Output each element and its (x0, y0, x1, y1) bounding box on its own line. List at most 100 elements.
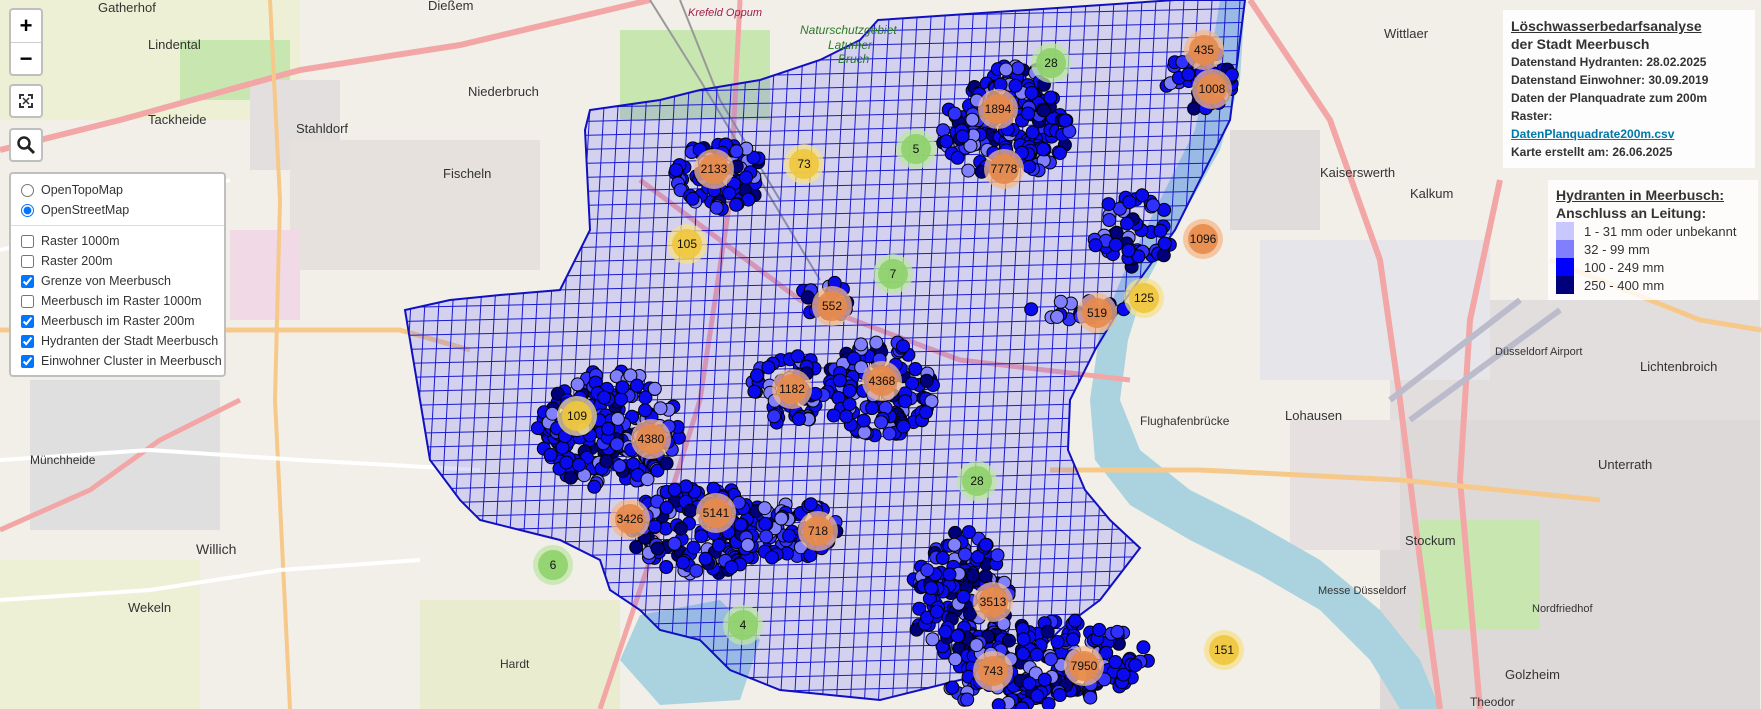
hydrant-marker[interactable] (709, 200, 724, 215)
zoom-in-button[interactable]: + (11, 10, 41, 43)
hydrant-marker[interactable] (869, 335, 884, 350)
checkbox-meerbusch-1000m[interactable] (21, 294, 34, 308)
hydrant-marker[interactable] (990, 548, 1005, 563)
cluster-marker[interactable]: 4368 (862, 361, 902, 401)
hydrant-marker[interactable] (750, 368, 764, 383)
cluster-marker[interactable]: 2133 (694, 149, 734, 189)
hydrant-marker[interactable] (955, 129, 970, 144)
hydrant-marker[interactable] (647, 381, 662, 396)
hydrant-marker[interactable] (842, 397, 857, 412)
overlay-einwohner-cluster[interactable]: Einwohner Cluster in Meerbusch (21, 351, 222, 371)
overlay-hydranten[interactable]: Hydranten der Stadt Meerbusch (21, 331, 218, 351)
hydrant-marker[interactable] (659, 560, 674, 574)
hydrant-marker[interactable] (761, 360, 776, 375)
hydrant-marker[interactable] (1052, 146, 1067, 161)
cluster-marker[interactable]: 5 (896, 129, 936, 169)
hydrant-marker[interactable] (1101, 197, 1116, 212)
hydrant-marker[interactable] (993, 77, 1008, 92)
hydrant-marker[interactable] (559, 455, 574, 470)
checkbox-raster-1000m[interactable] (21, 234, 34, 248)
hydrant-marker[interactable] (896, 339, 910, 354)
hydrant-marker[interactable] (950, 150, 965, 165)
hydrant-marker[interactable] (948, 652, 963, 667)
hydrant-marker[interactable] (919, 373, 934, 388)
hydrant-marker[interactable] (832, 373, 847, 388)
hydrant-marker[interactable] (950, 629, 965, 643)
hydrant-marker[interactable] (1021, 106, 1036, 121)
cluster-marker[interactable]: 718 (798, 511, 838, 551)
hydrant-marker[interactable] (563, 470, 578, 485)
hydrant-marker[interactable] (1135, 188, 1150, 203)
hydrant-marker[interactable] (803, 497, 818, 512)
hydrant-marker[interactable] (686, 540, 701, 555)
hydrant-marker[interactable] (1043, 90, 1058, 105)
hydrant-marker[interactable] (733, 517, 748, 532)
map-canvas[interactable]: Gatherhof Dießem Krefeld Oppum Lindental… (0, 0, 1761, 709)
hydrant-marker[interactable] (965, 112, 980, 127)
hydrant-marker[interactable] (597, 390, 612, 405)
hydrant-marker[interactable] (1157, 236, 1172, 251)
hydrant-marker[interactable] (1029, 647, 1044, 662)
hydrant-marker[interactable] (924, 581, 939, 595)
hydrant-marker[interactable] (1024, 86, 1039, 100)
hydrant-marker[interactable] (587, 479, 602, 494)
hydrant-marker[interactable] (1016, 632, 1031, 647)
hydrant-marker[interactable] (782, 528, 797, 543)
hydrant-marker[interactable] (601, 421, 616, 436)
hydrant-marker[interactable] (865, 401, 880, 415)
hydrant-marker[interactable] (961, 163, 976, 178)
hydrant-marker[interactable] (938, 624, 953, 639)
hydrant-marker[interactable] (882, 426, 897, 441)
cluster-marker[interactable]: 28 (957, 461, 997, 501)
overlay-raster-200m[interactable]: Raster 200m (21, 251, 214, 271)
hydrant-marker[interactable] (638, 403, 653, 418)
hydrant-marker[interactable] (1043, 652, 1058, 667)
overlay-meerbusch-200m[interactable]: Meerbusch im Raster 200m (21, 311, 214, 331)
hydrant-marker[interactable] (991, 698, 1006, 709)
fullscreen-button[interactable] (9, 84, 43, 118)
overlay-raster-1000m[interactable]: Raster 1000m (21, 231, 214, 251)
hydrant-marker[interactable] (774, 511, 789, 526)
hydrant-marker[interactable] (853, 337, 868, 352)
base-layer-openstreetmap[interactable]: OpenStreetMap (21, 200, 214, 220)
overlay-grenze[interactable]: Grenze von Meerbusch (21, 271, 214, 291)
hydrant-marker[interactable] (1092, 622, 1107, 637)
hydrant-marker[interactable] (978, 537, 993, 552)
cluster-marker[interactable]: 743 (973, 651, 1013, 691)
hydrant-marker[interactable] (919, 405, 933, 420)
hydrant-marker[interactable] (724, 560, 739, 575)
hydrant-marker[interactable] (729, 197, 744, 212)
hydrant-marker[interactable] (758, 516, 773, 531)
radio-openstreetmap[interactable] (21, 203, 34, 217)
hydrant-marker[interactable] (1136, 640, 1151, 655)
hydrant-marker[interactable] (826, 408, 841, 423)
hydrant-marker[interactable] (759, 529, 774, 544)
csv-download-link[interactable]: DatenPlanquadrate200m.csv (1511, 127, 1674, 141)
hydrant-marker[interactable] (978, 569, 993, 584)
cluster-marker[interactable]: 1008 (1192, 69, 1232, 109)
hydrant-marker[interactable] (1083, 690, 1098, 705)
hydrant-marker[interactable] (1146, 198, 1160, 213)
cluster-marker[interactable]: 7778 (984, 149, 1024, 189)
radio-opentopomap[interactable] (21, 183, 34, 197)
cluster-marker[interactable]: 125 (1124, 278, 1164, 318)
hydrant-marker[interactable] (615, 380, 630, 395)
hydrant-marker[interactable] (1058, 113, 1073, 128)
hydrant-marker[interactable] (947, 537, 962, 552)
hydrant-marker[interactable] (1116, 667, 1131, 682)
hydrant-marker[interactable] (1052, 688, 1067, 702)
hydrant-marker[interactable] (1022, 159, 1037, 174)
cluster-marker[interactable]: 6 (533, 545, 573, 585)
cluster-marker[interactable]: 7950 (1064, 646, 1104, 686)
hydrant-marker[interactable] (1053, 294, 1068, 309)
hydrant-marker[interactable] (739, 170, 753, 185)
hydrant-marker[interactable] (729, 144, 744, 159)
hydrant-marker[interactable] (1068, 613, 1083, 628)
hydrant-marker[interactable] (1050, 309, 1065, 324)
checkbox-hydranten[interactable] (21, 334, 34, 348)
cluster-marker[interactable]: 1096 (1183, 219, 1223, 259)
hydrant-marker[interactable] (969, 638, 984, 653)
hydrant-marker[interactable] (1120, 216, 1134, 231)
hydrant-marker[interactable] (764, 550, 779, 565)
search-button[interactable] (9, 128, 43, 162)
